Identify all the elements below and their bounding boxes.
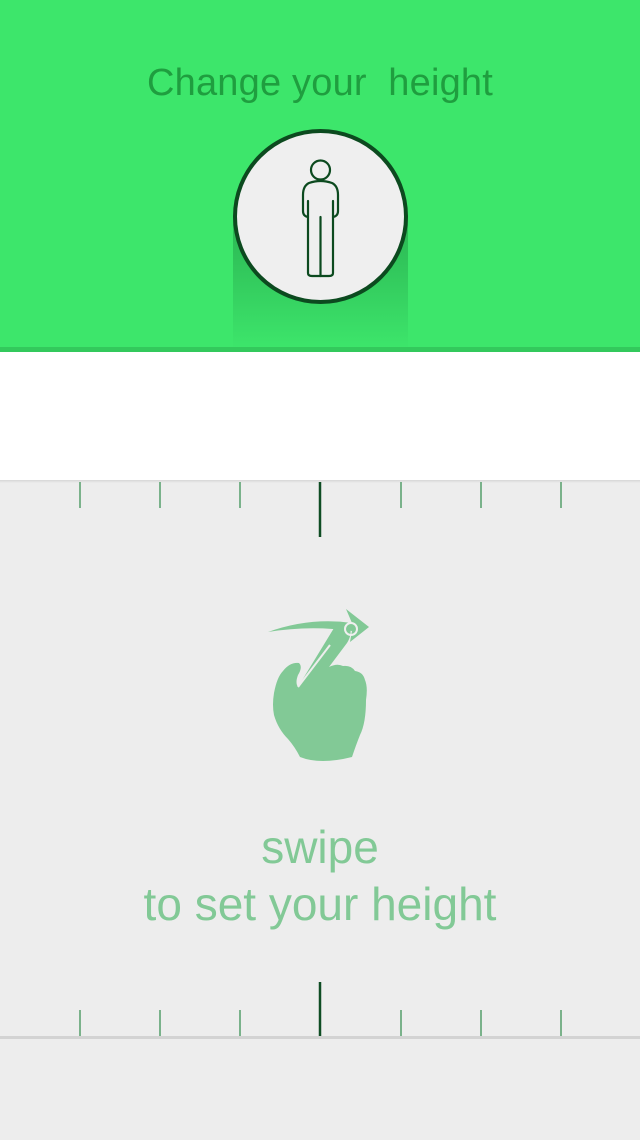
height-screen: Change your height swipe to set your hei… [0,0,640,1140]
swipe-hint-subtitle: to set your height [143,878,497,930]
ruler-bottom-divider [0,1036,640,1039]
ruler-bottom[interactable] [0,980,640,1040]
swipe-hint-title: swipe [261,821,379,873]
person-outline-icon [301,159,340,278]
avatar-button[interactable] [233,129,408,304]
page-title: Change your height [146,62,494,104]
ruler-top[interactable] [0,480,640,540]
header: Change your height [0,0,640,350]
hand-swipe-icon [268,609,369,761]
height-value-display [0,352,640,480]
